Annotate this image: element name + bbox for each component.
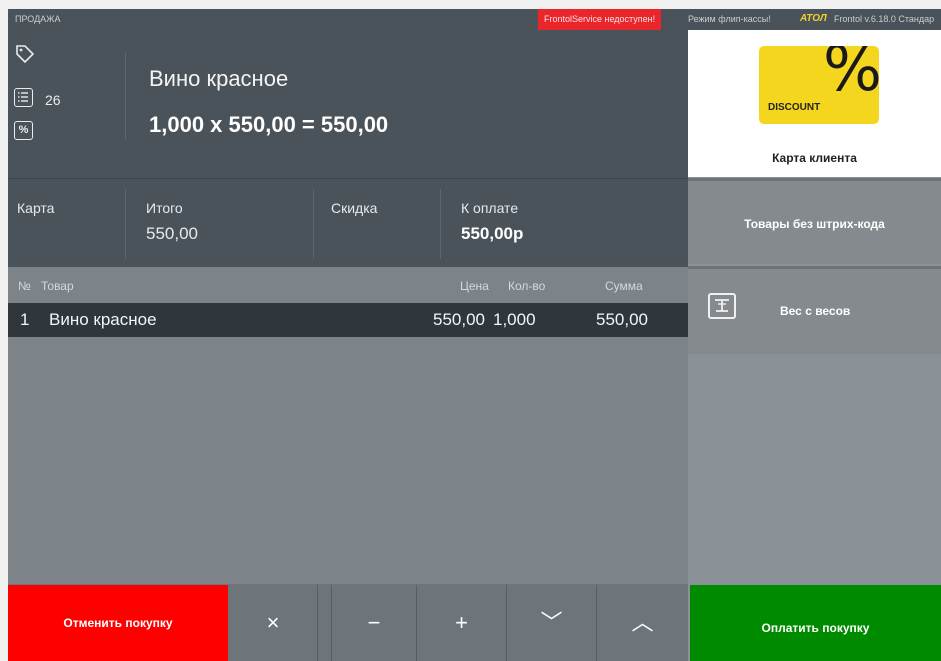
column-header-qty: Кол-во [508,279,546,293]
scroll-up-button[interactable]: ︿ [597,585,688,661]
client-card-label: Карта клиента [772,151,857,165]
tag-icon[interactable] [15,44,35,64]
table-header: № Товар Цена Кол-во Сумма [8,267,688,303]
weight-label: Вес с весов [780,304,851,318]
mode-label: ПРОДАЖА [15,14,61,24]
scroll-down-button[interactable]: ﹀ [507,585,596,661]
pay-purchase-button[interactable]: Оплатить покупку [690,585,941,661]
column-header-item: Товар [41,279,74,293]
header-separator [8,178,688,179]
receipt-table: № Товар Цена Кол-во Сумма 1 Вино красное… [8,267,688,584]
current-item-calculation: 1,000 x 550,00 = 550,00 [149,112,389,137]
decrease-quantity-button[interactable]: − [332,585,416,661]
row-item: Вино красное [49,310,157,329]
discount-badge-text: DISCOUNT [768,102,821,113]
row-number: 1 [20,310,30,329]
bar-separator [317,585,318,661]
version-label: Frontol v.6.18.0 Стандар [834,14,935,24]
total-value: 550,00 [146,224,198,243]
status-bar: ПРОДАЖА FrontolService недоступен! Режим… [8,9,941,30]
cancel-purchase-button[interactable]: Отменить покупку [8,585,228,661]
row-price: 550,00 [433,310,485,329]
increase-quantity-button[interactable]: + [417,585,506,661]
column-header-sum: Сумма [605,279,643,293]
scale-icon [708,293,736,319]
current-item-panel [8,30,688,267]
percent-icon[interactable]: % [14,121,33,140]
delete-position-button[interactable]: × [229,585,317,661]
column-header-price: Цена [460,279,489,293]
row-sum: 550,00 [596,310,648,329]
table-row[interactable]: 1 Вино красное 550,00 1,000 550,00 [8,303,688,337]
card-label: Карта [17,200,55,216]
discount-badge: % DISCOUNT [759,46,879,124]
row-qty: 1,000 [493,310,536,329]
weight-button[interactable]: Вес с весов [688,266,941,354]
totals-divider [440,189,441,259]
no-barcode-label: Товары без штрих-кода [744,217,885,231]
to-pay-value: 550,00р [461,224,524,243]
client-card-button[interactable]: % DISCOUNT Карта клиента [688,30,941,177]
flip-mode-label: Режим флип-кассы! [688,14,771,24]
total-label: Итого [146,200,183,216]
service-error-badge: FrontolService недоступен! [538,9,662,30]
column-header-number: № [18,279,31,293]
position-count: 26 [45,92,61,108]
percent-symbol: % [823,46,879,105]
totals-divider [313,189,314,259]
totals-divider [125,189,126,259]
current-item-name: Вино красное [149,66,289,91]
header-divider [125,52,126,140]
discount-label: Скидка [331,200,378,216]
list-icon[interactable] [14,88,33,107]
no-barcode-items-button[interactable]: Товары без штрих-кода [688,178,941,264]
brand-logo: АТОЛ [800,13,827,24]
to-pay-label: К оплате [461,200,519,216]
